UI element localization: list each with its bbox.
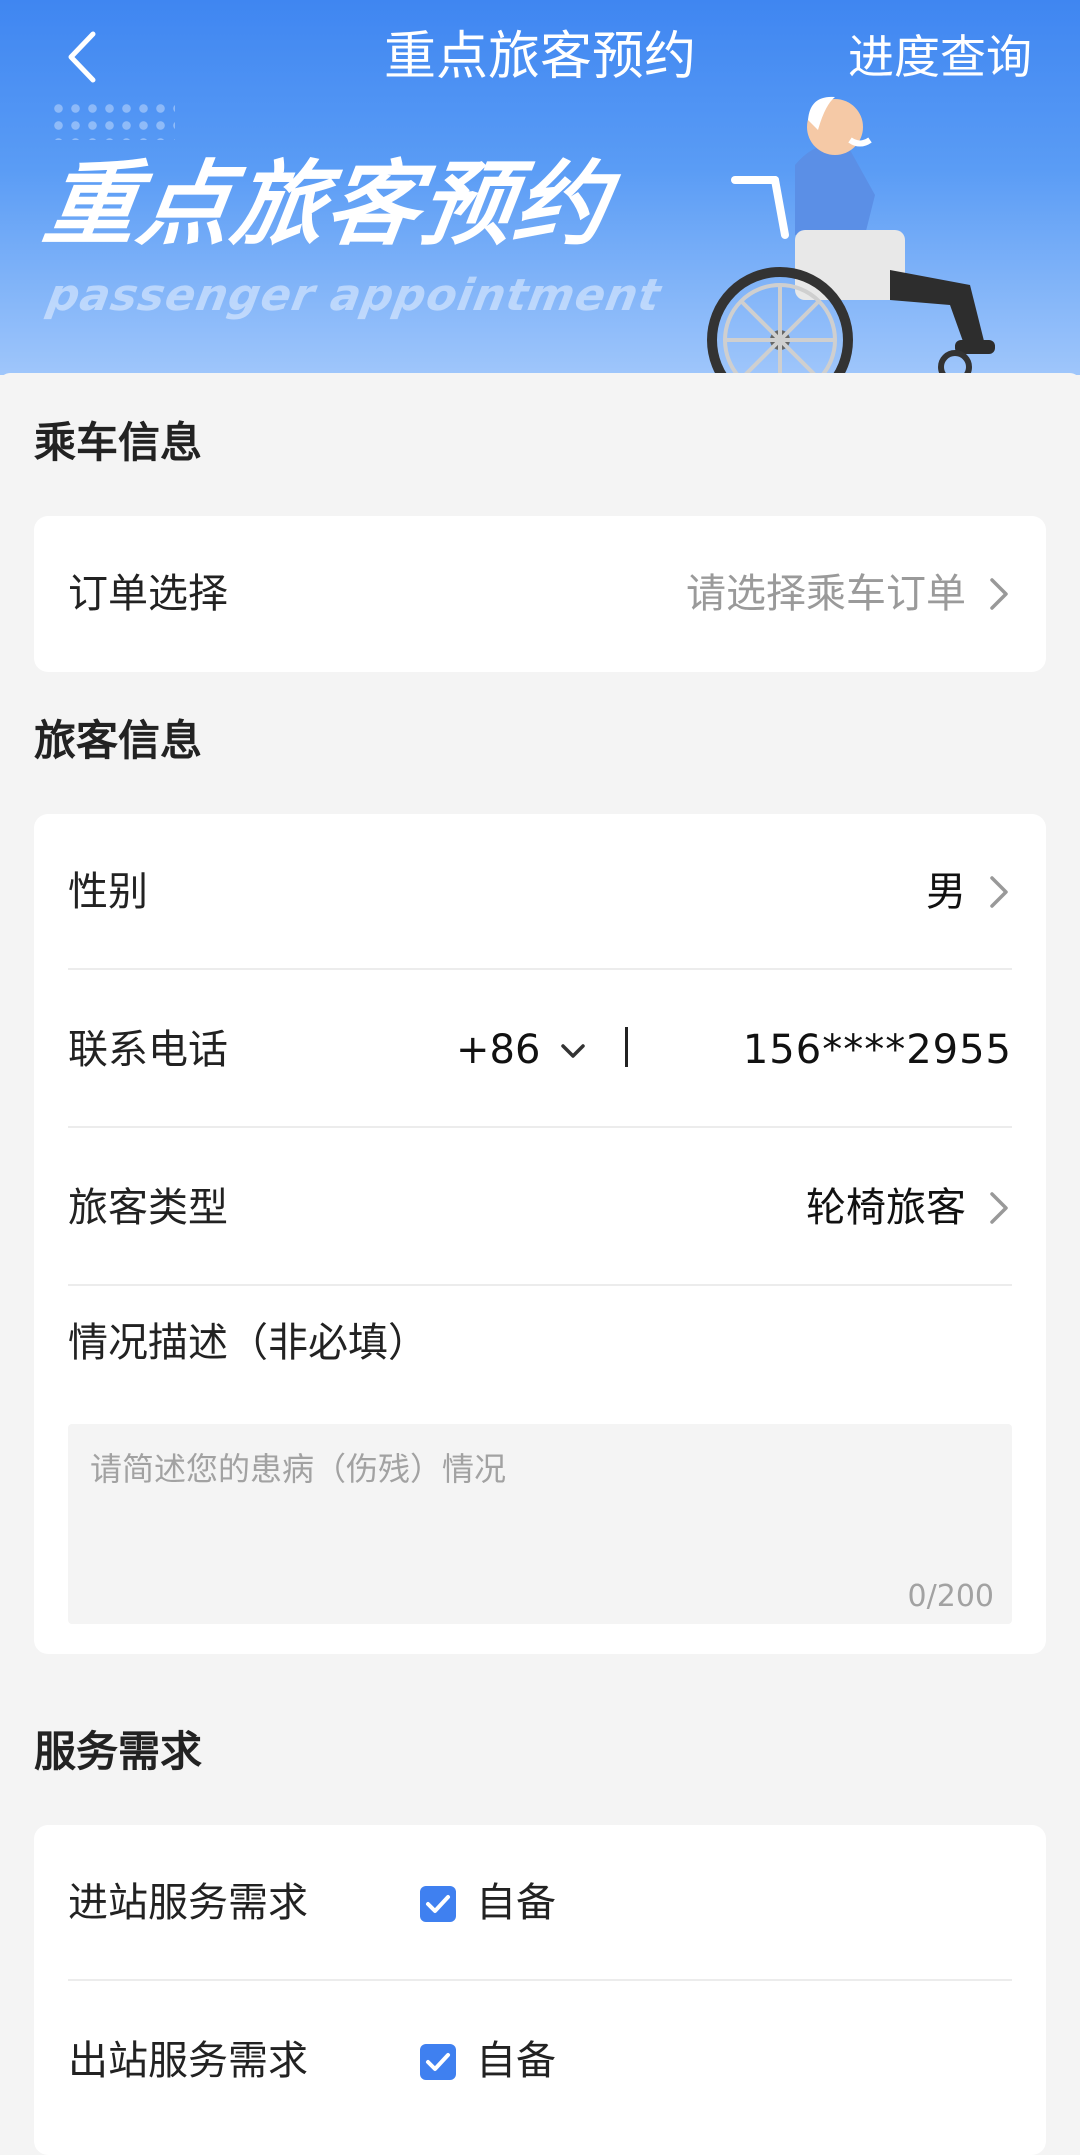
ride-info-card: 订单选择 请选择乘车订单 xyxy=(34,516,1046,672)
form-content: 乘车信息 订单选择 请选择乘车订单 旅客信息 性别 男 联系电话 +86 156… xyxy=(0,373,1080,2155)
order-select-label: 订单选择 xyxy=(68,571,228,617)
description-textarea[interactable]: 请简述您的患病（伤残）情况 0/200 xyxy=(68,1424,1012,1624)
chevron-right-icon xyxy=(990,1192,1008,1224)
passenger-info-card: 性别 男 联系电话 +86 156****2955 旅客类型 轮椅旅客 情况描述… xyxy=(34,814,1046,1654)
description-placeholder: 请简述您的患病（伤残）情况 xyxy=(90,1450,507,1488)
banner-subtitle: passenger appointment xyxy=(43,270,666,321)
service-title: 服务需求 xyxy=(34,1727,203,1776)
outbound-option-label[interactable]: 自备 xyxy=(476,1983,556,2139)
passenger-type-row[interactable]: 旅客类型 轮椅旅客 xyxy=(68,1130,1012,1286)
banner-title: 重点旅客预约 xyxy=(37,151,617,258)
inbound-checkbox[interactable] xyxy=(420,1886,456,1922)
chevron-right-icon xyxy=(990,876,1008,908)
ride-info-title: 乘车信息 xyxy=(34,418,203,467)
decorative-dots xyxy=(50,100,175,140)
phone-separator xyxy=(625,1027,628,1067)
description-char-count: 0/200 xyxy=(907,1579,994,1614)
passenger-type-label: 旅客类型 xyxy=(68,1185,228,1231)
outbound-checkbox[interactable] xyxy=(420,2044,456,2080)
order-select-value: 请选择乘车订单 xyxy=(686,571,966,617)
chevron-right-icon xyxy=(990,578,1008,610)
service-card: 进站服务需求 自备 出站服务需求 自备 xyxy=(34,1825,1046,2155)
order-select-row[interactable]: 订单选择 请选择乘车订单 xyxy=(68,516,1012,672)
phone-input[interactable]: 156****2955 xyxy=(743,972,1012,1128)
inbound-service-label: 进站服务需求 xyxy=(68,1880,308,1926)
passenger-info-title: 旅客信息 xyxy=(34,716,203,765)
country-code-select[interactable]: +86 xyxy=(456,972,540,1128)
phone-label: 联系电话 xyxy=(68,1027,228,1073)
gender-value: 男 xyxy=(926,869,966,915)
chevron-down-icon[interactable] xyxy=(558,1036,588,1066)
progress-query-link[interactable]: 进度查询 xyxy=(848,22,1032,92)
gender-row[interactable]: 性别 男 xyxy=(68,814,1012,970)
gender-label: 性别 xyxy=(68,869,148,915)
phone-row: 联系电话 +86 156****2955 xyxy=(68,972,1012,1128)
inbound-service-row: 进站服务需求 自备 xyxy=(68,1825,1012,1981)
outbound-service-row: 出站服务需求 自备 xyxy=(68,1983,1012,2139)
header-banner: 重点旅客预约 进度查询 重点旅客预约 passenger appointment xyxy=(0,0,1080,375)
inbound-option-label[interactable]: 自备 xyxy=(476,1825,556,1981)
description-label: 情况描述（非必填） xyxy=(68,1320,428,1366)
outbound-service-label: 出站服务需求 xyxy=(68,2038,308,2084)
wheelchair-passenger-illustration xyxy=(707,96,995,375)
passenger-type-value: 轮椅旅客 xyxy=(806,1185,966,1231)
